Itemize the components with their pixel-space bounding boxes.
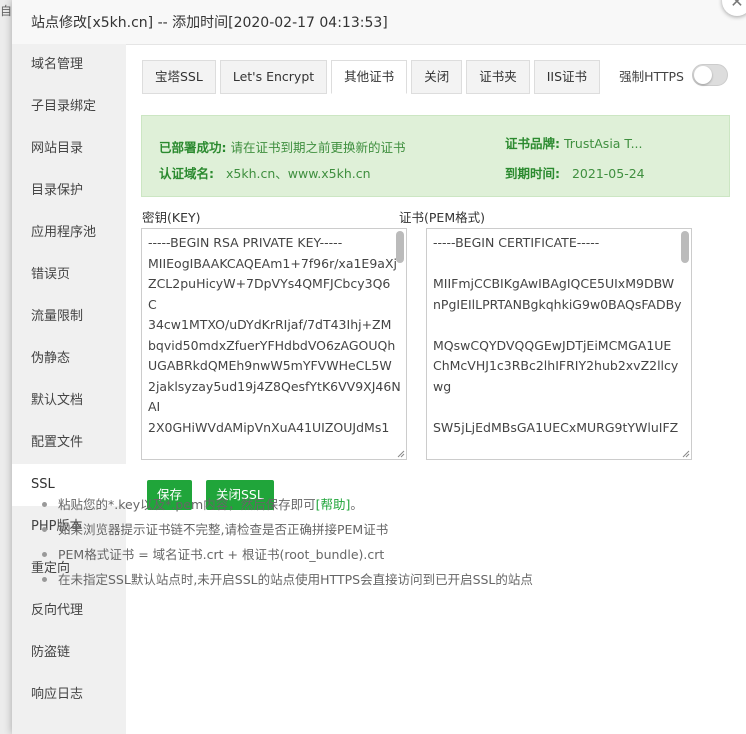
key-line: 2jaklsyzay5ud19j4Z8QesfYtK6VV9XJ46N — [148, 378, 401, 394]
background-page: 自 — [0, 0, 12, 734]
sidebar-item-dir-protect[interactable]: 目录保护 — [12, 170, 126, 212]
note-item: PEM格式证书 = 域名证书.crt + 根证书(root_bundle).cr… — [42, 542, 533, 567]
tab-close[interactable]: 关闭 — [411, 60, 463, 94]
key-content: -----BEGIN RSA PRIVATE KEY----- MIIEogIBA… — [142, 229, 406, 438]
resize-grip-icon[interactable] — [396, 449, 405, 458]
key-textarea[interactable]: -----BEGIN RSA PRIVATE KEY----- MIIEogIBA… — [141, 228, 407, 460]
cert-content: -----BEGIN CERTIFICATE----- MIIFmjCCBIKgA… — [427, 229, 691, 438]
deploy-status: 已部署成功: 请在证书到期之前更换新的证书 — [159, 137, 406, 156]
cert-brand-value: TrustAsia T... — [563, 136, 643, 151]
sidebar-item-error-page[interactable]: 错误页 — [12, 254, 126, 296]
sidebar: 域名管理 子目录绑定 网站目录 目录保护 应用程序池 错误页 流量限制 伪静态 … — [12, 44, 126, 734]
sidebar-item-domain[interactable]: 域名管理 — [12, 44, 126, 86]
tab-other-cert[interactable]: 其他证书 — [331, 60, 408, 94]
cert-label: 证书(PEM格式) — [399, 210, 485, 225]
cert-domain: 认证域名: x5kh.cn、www.x5kh.cn — [159, 163, 371, 182]
key-line: 2X0GHiWVdAMipVnXuA41UIZOUJdMs1 — [148, 419, 390, 435]
ssl-tabs: 宝塔SSL Let's Encrypt 其他证书 关闭 证书夹 IIS证书 — [142, 60, 604, 94]
resize-grip-icon[interactable] — [681, 449, 690, 458]
force-https-toggle[interactable] — [692, 64, 728, 86]
cert-domain-label: 认证域名: — [159, 166, 214, 181]
cert-line: MQswCQYDVQQGEwJDTjEiMCMGA1UE — [433, 337, 672, 353]
sidebar-item-response-log[interactable]: 响应日志 — [12, 674, 126, 716]
note-item: 粘贴您的*.key以及*.pem内容，然后保存即可[帮助]。 — [42, 492, 533, 517]
key-line: ZCL2puHicyW+7DpVYs4QMFJCbcy3Q6 — [148, 276, 391, 291]
background-text: 自 — [0, 4, 13, 18]
note-item: 在未指定SSL默认站点时,未开启SSL的站点使用HTTPS会直接访问到已开启SS… — [42, 567, 533, 592]
cert-line: wg — [433, 378, 452, 394]
note-1-suffix: 。 — [350, 497, 363, 512]
sidebar-item-site-dir[interactable]: 网站目录 — [12, 128, 126, 170]
cert-brand-label: 证书品牌: — [505, 136, 560, 151]
dialog-title: 站点修改[x5kh.cn] -- 添加时间[2020-02-17 04:13:5… — [12, 0, 746, 45]
deploy-status-label: 已部署成功: — [159, 140, 227, 155]
cert-scrollbar[interactable] — [681, 231, 689, 263]
key-line: 34cw1MTXO/uDYdKrRIjaf/7dT43Ihj+ZM — [148, 317, 392, 332]
cert-line: SW5jLjEdMBsGA1UECxMURG9tYWluIFZ — [433, 419, 679, 435]
note-item: 如果浏览器提示证书链不完整,请检查是否正确拼接PEM证书 — [42, 517, 533, 542]
cert-expiry: 到期时间: 2021-05-24 — [505, 163, 645, 182]
sidebar-item-config-file[interactable]: 配置文件 — [12, 422, 126, 464]
cert-line — [433, 254, 677, 275]
sidebar-item-reverse-proxy[interactable]: 反向代理 — [12, 590, 126, 632]
tab-iis-cert[interactable]: IIS证书 — [533, 60, 601, 94]
cert-line — [433, 315, 677, 336]
cert-line — [433, 397, 677, 418]
key-line: -----BEGIN RSA PRIVATE KEY----- — [148, 235, 343, 250]
help-link[interactable]: [帮助] — [316, 497, 351, 512]
sidebar-item-app-pool[interactable]: 应用程序池 — [12, 212, 126, 254]
cert-domain-value: x5kh.cn、www.x5kh.cn — [225, 166, 371, 181]
site-edit-dialog: 站点修改[x5kh.cn] -- 添加时间[2020-02-17 04:13:5… — [12, 0, 746, 734]
key-scrollbar[interactable] — [396, 231, 404, 263]
cert-line: nPgIEIlLPRTANBgkqhkiG9w0BAQsFADBy — [433, 296, 682, 312]
sidebar-item-rewrite[interactable]: 伪静态 — [12, 338, 126, 380]
ssl-panel: 宝塔SSL Let's Encrypt 其他证书 关闭 证书夹 IIS证书 强制… — [126, 44, 746, 734]
cert-line: -----BEGIN CERTIFICATE----- — [433, 235, 600, 250]
cert-expiry-value: 2021-05-24 — [571, 166, 645, 181]
sidebar-item-subdir[interactable]: 子目录绑定 — [12, 86, 126, 128]
deploy-status-text: 请在证书到期之前更换新的证书 — [230, 140, 406, 155]
cert-line: MIIFmjCCBIKgAwIBAgIQCE5UIxM9DBW — [433, 276, 675, 291]
sidebar-item-default-doc[interactable]: 默认文档 — [12, 380, 126, 422]
key-line: C — [148, 296, 157, 312]
sidebar-item-traffic-limit[interactable]: 流量限制 — [12, 296, 126, 338]
force-https-label: 强制HTTPS — [619, 68, 684, 84]
cert-brand: 证书品牌: TrustAsia T... — [505, 133, 643, 152]
notes-list: 粘贴您的*.key以及*.pem内容，然后保存即可[帮助]。 如果浏览器提示证书… — [42, 492, 533, 592]
cert-textarea[interactable]: -----BEGIN CERTIFICATE----- MIIFmjCCBIKgA… — [426, 228, 692, 460]
cert-expiry-label: 到期时间: — [505, 166, 560, 181]
toggle-knob — [694, 66, 712, 84]
status-box: 已部署成功: 请在证书到期之前更换新的证书 认证域名: x5kh.cn、www.… — [141, 115, 730, 197]
tab-bt-ssl[interactable]: 宝塔SSL — [142, 60, 216, 94]
key-line: UGABRkdQMEh9nwW5mYFVWHeCL5W — [148, 358, 392, 373]
key-line: MIIEogIBAAKCAQEAm1+7f96r/xa1E9aXj — [148, 255, 397, 271]
key-label: 密钥(KEY) — [142, 210, 201, 225]
key-line: AI — [148, 399, 161, 414]
note-1-text: 粘贴您的*.key以及*.pem内容，然后保存即可 — [58, 497, 316, 512]
key-line: bqvid50mdxZfuerYFHdbdVO6zAGOUQh — [148, 337, 396, 353]
force-https: 强制HTTPS — [619, 64, 728, 86]
tab-lets-encrypt[interactable]: Let's Encrypt — [219, 60, 328, 94]
tab-cert-folder[interactable]: 证书夹 — [466, 60, 530, 94]
cert-line: ChMcVHJ1c3RBc2lhIFRIY2hub2xvZ2llcy — [433, 358, 679, 373]
sidebar-item-hotlink[interactable]: 防盗链 — [12, 632, 126, 674]
